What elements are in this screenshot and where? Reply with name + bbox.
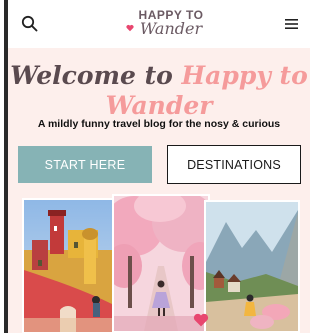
hero-subtitle: A mildly funny travel blog for the nosy … — [37, 118, 281, 130]
app-window: HAPPY TO Wander Welcome to Happy to Wand… — [0, 0, 312, 333]
destinations-button[interactable]: DESTINATIONS — [167, 145, 301, 184]
photo-collage — [8, 194, 310, 333]
photo-mountain-valley — [206, 202, 298, 331]
start-here-button[interactable]: START HERE — [18, 146, 152, 183]
hero-title-line2: Wander — [105, 91, 213, 120]
search-icon — [21, 15, 38, 32]
hamburger-menu-icon — [285, 19, 298, 29]
site-logo[interactable]: HAPPY TO Wander — [126, 8, 214, 44]
search-button[interactable] — [20, 14, 40, 34]
window-frame-edge — [0, 0, 8, 333]
heart-icon — [193, 313, 209, 327]
heart-icon — [126, 24, 134, 32]
palace-photo — [22, 198, 116, 333]
hero-title-accent: Happy to — [181, 61, 308, 90]
photo-cherry-blossom — [114, 196, 208, 331]
hero-title-prefix: Welcome to — [10, 61, 182, 90]
logo-text-bottom: Wander — [139, 19, 203, 38]
photo-pena-palace — [24, 200, 114, 332]
hero-title-line1: Welcome to Happy to — [8, 62, 310, 90]
site-header: HAPPY TO Wander — [8, 0, 310, 48]
mountain-village-photo — [204, 200, 300, 333]
menu-button[interactable] — [284, 16, 300, 32]
hero-section: Welcome to Happy to Wander A mildly funn… — [8, 48, 310, 333]
